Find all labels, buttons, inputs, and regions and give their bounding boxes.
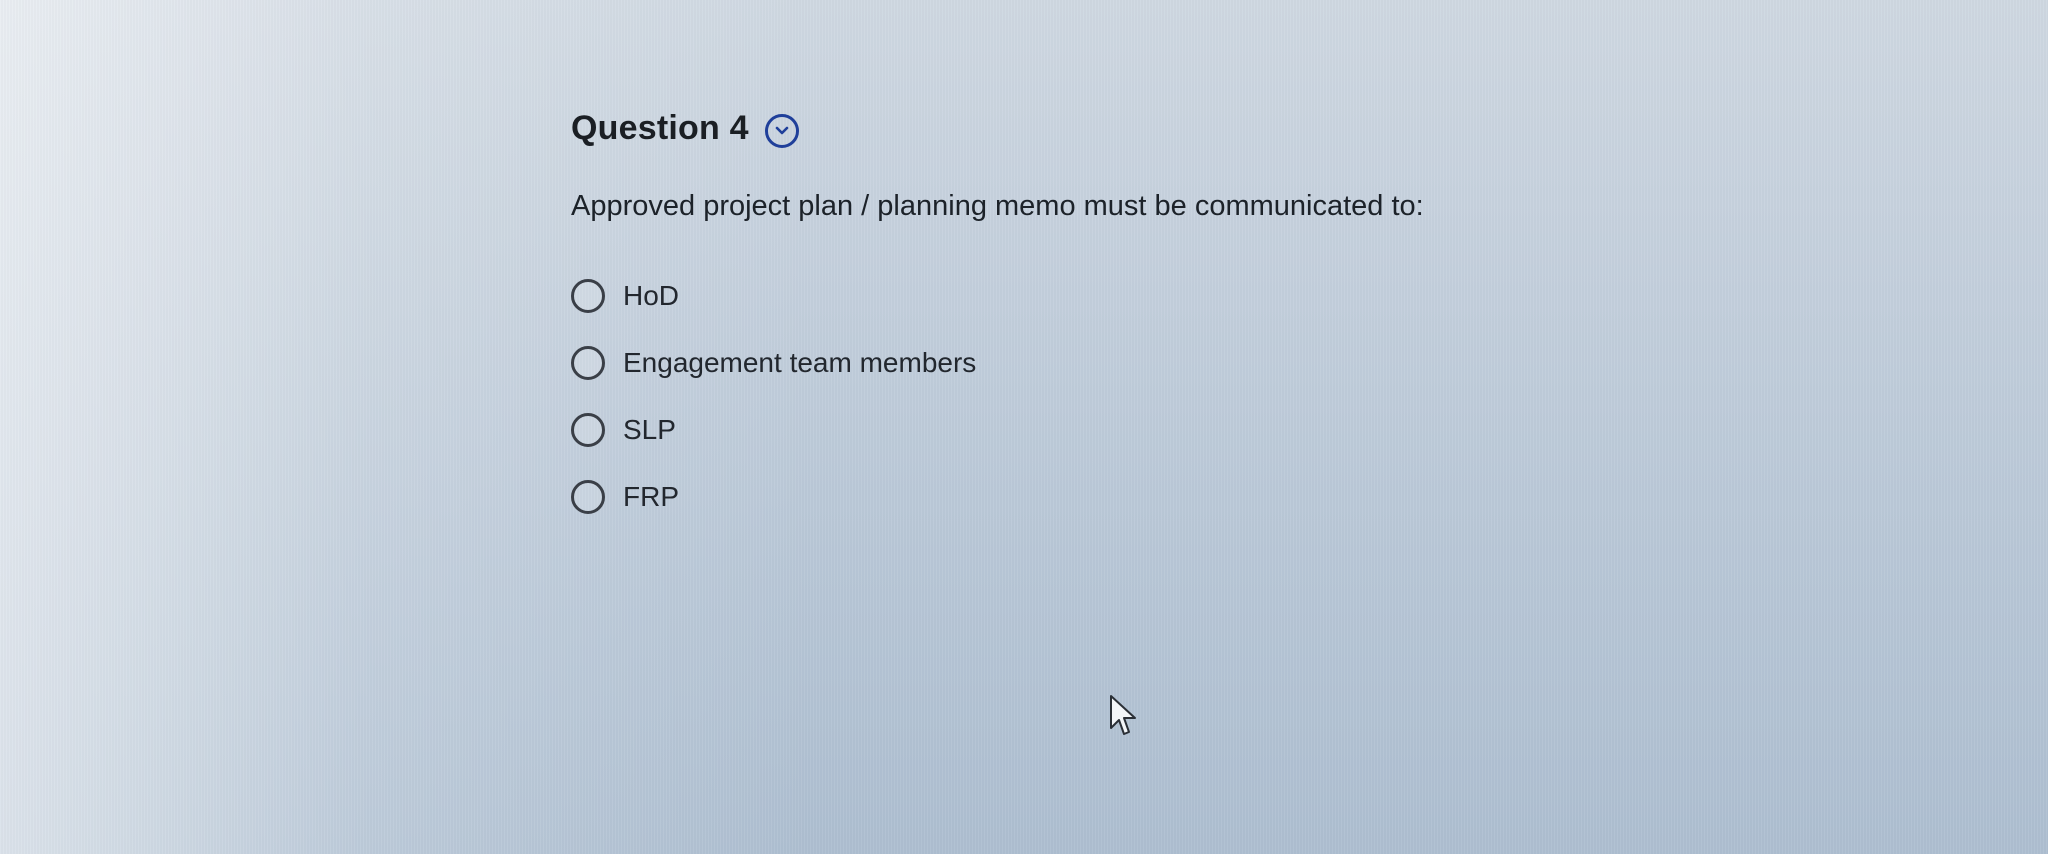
- radio-button[interactable]: [571, 278, 605, 313]
- option-slp[interactable]: SLP: [571, 396, 1771, 463]
- question-title: Question 4: [571, 108, 749, 147]
- option-frp[interactable]: FRP: [571, 463, 1771, 530]
- answer-options: HoD Engagement team members SLP FRP: [571, 262, 1771, 530]
- question-text: Approved project plan / planning memo mu…: [571, 190, 1424, 222]
- chevron-down-icon: [775, 126, 789, 135]
- option-hod[interactable]: HoD: [571, 262, 1771, 329]
- question-card: Question 4 Approved project plan / plann…: [571, 104, 1771, 530]
- option-label: SLP: [623, 413, 676, 445]
- option-label: FRP: [623, 480, 679, 512]
- option-label: Engagement team members: [623, 346, 977, 378]
- radio-button[interactable]: [571, 479, 605, 514]
- option-label: HoD: [623, 279, 680, 311]
- option-engagement-team-members[interactable]: Engagement team members: [571, 329, 1771, 396]
- radio-button[interactable]: [571, 412, 605, 447]
- radio-button[interactable]: [571, 345, 605, 380]
- question-header: Question 4: [571, 104, 1771, 152]
- mouse-pointer-icon: [1110, 695, 1136, 735]
- chevron-down-circle-icon[interactable]: [764, 114, 799, 148]
